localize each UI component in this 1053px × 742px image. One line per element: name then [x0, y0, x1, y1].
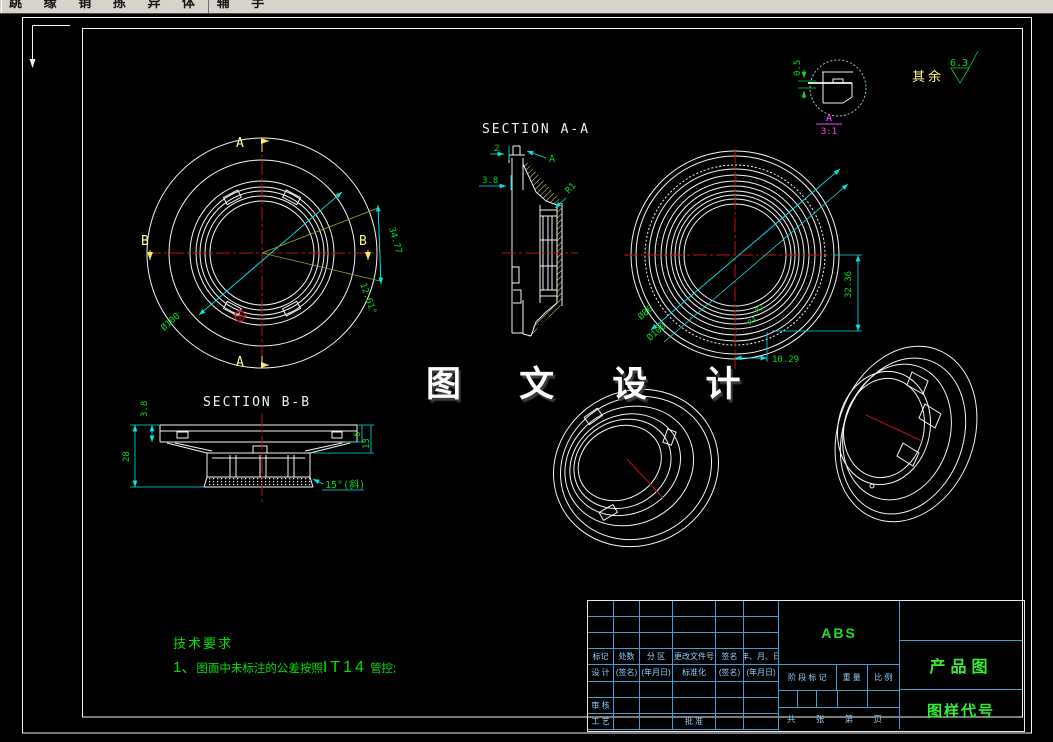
tb-design-date: (年月日)	[640, 665, 673, 682]
detail-ref-a: A	[549, 154, 555, 165]
surface-note-prefix: 其余	[912, 69, 944, 85]
surface-finish-note: 其余 6.3	[912, 50, 979, 85]
dim-6: 6	[353, 432, 363, 437]
dim-r1: R1	[564, 181, 579, 196]
watermark: 图 文 设 计	[426, 364, 764, 405]
section-bb-view: SECTION B-B 3.8 28 6 13 15°(斜)	[122, 395, 374, 502]
dim-dia86: Ø86	[636, 303, 656, 322]
dim-1029: 10.29	[772, 355, 799, 365]
tech-req-item: 1、图面中未标注的公差按照IT14 管控;	[173, 656, 396, 677]
dim-angle-3477: 34.77	[386, 226, 403, 255]
tb-review: 审 核	[588, 697, 614, 714]
detail-view-a: 0.5 A 3:1	[793, 59, 867, 137]
toolbar-button-group[interactable]: 跳 缘 销 拣 异 体 辅 手	[1, 0, 264, 13]
tb-empty-cell	[900, 601, 1022, 641]
dim-28: 28	[122, 451, 132, 462]
weight-label: 重 量	[836, 665, 868, 691]
title-block-revision-grid: 标记 处数 分 区 更改文件号 签名 年、月、日 设 计 (签名) (年月日) …	[588, 601, 779, 730]
tech-req-title: 技术要求	[173, 636, 234, 651]
section-bb-title: SECTION B-B	[203, 395, 311, 410]
dim-13: 13	[362, 438, 372, 449]
section-aa-title: SECTION A-A	[482, 122, 590, 137]
cut-mark-a-top	[261, 138, 269, 152]
product-title: 产品图	[900, 641, 1022, 690]
tb-design: 设 计	[588, 665, 614, 682]
section-aa-view: SECTION A-A 2 3.8 A R1	[479, 122, 590, 338]
sheet-count-label: 共 张 第 页	[779, 708, 900, 729]
drawing-canvas[interactable]: A A B B Ø100 34.77 12.61° SECTION A-A 2 …	[0, 13, 1053, 742]
toolbar: 跳 缘 销 拣 异 体 辅 手	[0, 0, 1053, 14]
dim-dia100: Ø100	[159, 311, 183, 334]
cut-mark-a-bottom	[261, 356, 269, 368]
tb-header-docno: 更改文件号	[673, 649, 716, 666]
scale-label: 比 例	[867, 665, 900, 691]
dim-38: 3.8	[482, 176, 498, 186]
iso-left-centerline	[626, 458, 664, 499]
tb-standardize-sign: (签名)	[716, 665, 744, 682]
dim-draft-angle: 15°(斜)	[325, 478, 365, 491]
title-block-middle: ABS 阶 段 标 记 重 量 比 例 共 张 第 页	[779, 601, 900, 730]
cad-application-window: 跳 缘 销 拣 异 体 辅 手 A A B B Ø100 34.77 12.61…	[0, 0, 1053, 742]
title-block-right: 产品图 图样代号	[900, 601, 1022, 730]
tb-standardize: 标准化	[673, 665, 716, 682]
isometric-view-right	[834, 345, 978, 523]
tb-header-sign: 签名	[716, 649, 744, 666]
tb-header-count: 处数	[614, 649, 640, 666]
tb-header-date: 年、月、日	[744, 649, 779, 666]
front-view: A A B B Ø100 34.77 12.61°	[141, 136, 403, 370]
top-view: Ø86 Ø100 32.36 10.29 R2 R4	[624, 149, 862, 369]
tb-craft: 工 艺	[588, 713, 614, 730]
roughness-symbol-icon	[950, 67, 970, 84]
tb-standardize-date: (年月日)	[744, 665, 779, 682]
dim-dia100-top: Ø100	[645, 321, 669, 343]
dim-2: 2	[494, 144, 499, 154]
tech-req-text: 图面中未标注的公差按照	[196, 663, 323, 675]
roughness-value: 6.3	[950, 58, 968, 69]
tech-req-code: IT14	[322, 659, 367, 676]
tech-req-number: 1、	[173, 659, 197, 676]
tb-approve: 批 准	[673, 713, 716, 730]
tech-req-suffix: 管控;	[370, 663, 397, 675]
tb-header-zone: 分 区	[640, 649, 673, 666]
drawing-code: 图样代号	[926, 702, 995, 720]
section-label-a-bottom: A	[236, 355, 247, 370]
datum-target	[233, 309, 247, 323]
tb-design-sign: (签名)	[614, 665, 640, 682]
dim-3236: 32.36	[844, 271, 854, 298]
dim-r4: R4	[747, 315, 759, 326]
technical-requirements: 技术要求 1、图面中未标注的公差按照IT14 管控;	[173, 633, 396, 677]
stage-mark-label: 阶 段 标 记	[779, 665, 837, 691]
iso-right-centerline	[865, 414, 923, 442]
dim-05: 0.5	[793, 60, 803, 76]
toolbar-buttons[interactable]: 跳 缘 销 拣 异 体 辅 手	[9, 0, 273, 11]
detail-label-a: A	[826, 113, 832, 124]
dim-38-bb: 3.8	[140, 401, 150, 417]
fold-mark-arrow	[29, 59, 36, 68]
section-label-b-right: B	[359, 234, 370, 249]
section-label-b-left: B	[141, 234, 152, 249]
tb-header-mark: 标记	[588, 649, 614, 666]
dim-angle-1261: 12.61°	[357, 282, 378, 316]
detail-scale: 3:1	[821, 127, 837, 137]
material-value: ABS	[779, 601, 900, 665]
section-label-a-top: A	[236, 136, 247, 151]
